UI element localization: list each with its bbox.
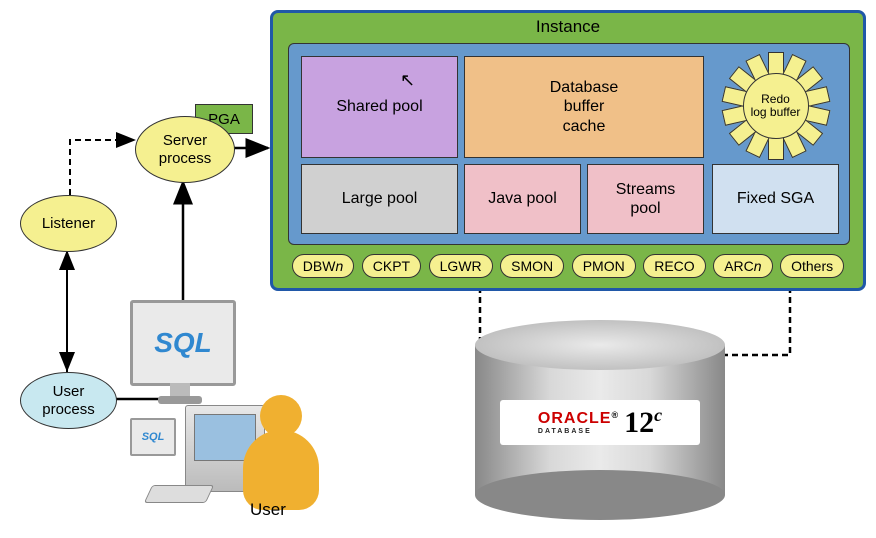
instance-container: Instance Shared pool Database buffer cac… xyxy=(270,10,866,291)
server-process-node: Server process xyxy=(135,116,235,183)
user-label: User xyxy=(250,500,286,520)
bg-process-lgwr: LGWR xyxy=(429,254,493,278)
architecture-diagram: Instance Shared pool Database buffer cac… xyxy=(0,0,876,538)
java-pool: Java pool xyxy=(464,164,581,234)
streams-pool: Streams pool xyxy=(587,164,704,234)
keyboard-icon xyxy=(144,485,214,503)
bg-process-smon: SMON xyxy=(500,254,564,278)
database-label: ORACLE® DATABASE 12c xyxy=(500,400,700,445)
user-workstation: SQL SQL xyxy=(130,300,330,510)
bg-process-dbwn: DBWn xyxy=(292,254,354,278)
small-monitor-icon: SQL xyxy=(130,418,176,456)
monitor-icon: SQL xyxy=(130,300,236,386)
listener-node: Listener xyxy=(20,195,117,252)
large-pool: Large pool xyxy=(301,164,458,234)
background-processes-row: DBWn CKPT LGWR SMON PMON RECO ARCn Others xyxy=(288,251,848,281)
database-cylinder: ORACLE® DATABASE 12c xyxy=(475,320,725,515)
database-buffer-cache: Database buffer cache xyxy=(464,56,704,158)
bg-process-ckpt: CKPT xyxy=(362,254,421,278)
user-process-node: User process xyxy=(20,372,117,429)
shared-pool: Shared pool xyxy=(301,56,458,158)
fixed-sga: Fixed SGA xyxy=(712,164,839,234)
redo-log-buffer: Redo log buffer xyxy=(712,50,837,160)
bg-process-arcn: ARCn xyxy=(713,254,772,278)
sga-container: Shared pool Database buffer cache Redo l… xyxy=(288,43,850,245)
bg-process-pmon: PMON xyxy=(572,254,636,278)
bg-process-reco: RECO xyxy=(643,254,705,278)
cursor-icon: ↖ xyxy=(400,70,415,91)
instance-title: Instance xyxy=(273,13,863,41)
bg-process-others: Others xyxy=(780,254,844,278)
user-icon xyxy=(225,395,320,515)
